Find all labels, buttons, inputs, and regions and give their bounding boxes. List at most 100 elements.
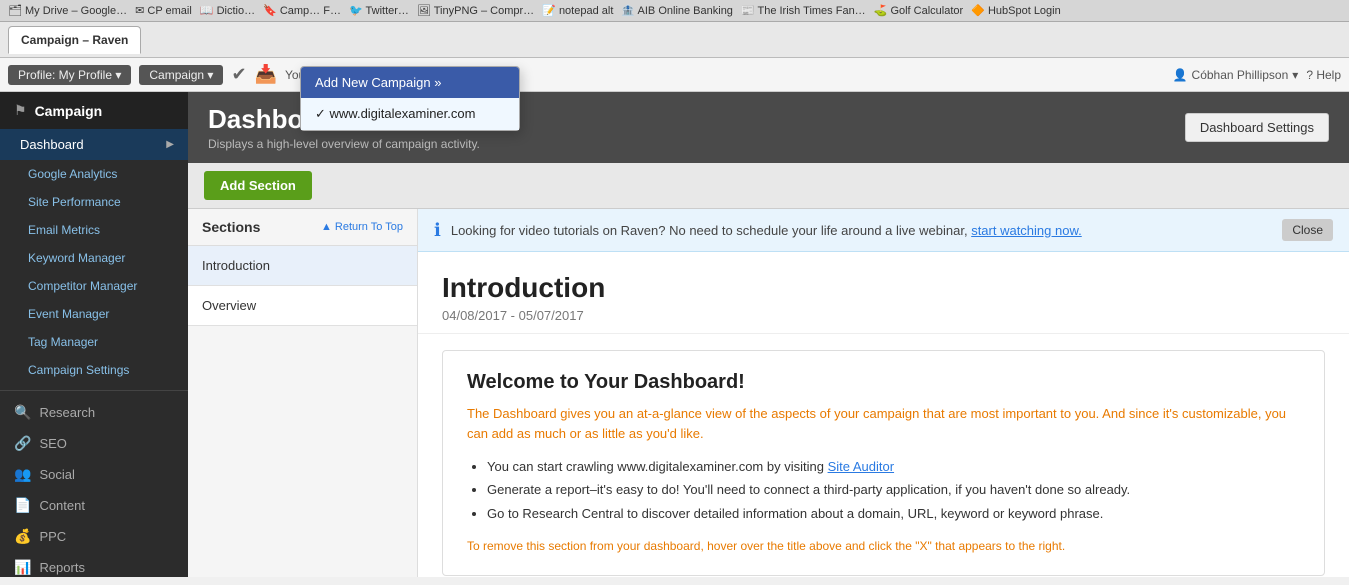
- sidebar-item-seo[interactable]: 🔗 SEO: [0, 428, 188, 459]
- ppc-icon: 💰: [14, 528, 31, 545]
- dashboard-settings-button[interactable]: Dashboard Settings: [1185, 113, 1329, 142]
- dashboard-subtitle: Displays a high-level overview of campai…: [208, 137, 480, 151]
- seo-icon: 🔗: [14, 435, 31, 452]
- sidebar-item-competitor-manager[interactable]: Competitor Manager: [0, 272, 188, 300]
- keyword-manager-label: Keyword Manager: [28, 251, 125, 265]
- section-item-introduction[interactable]: Introduction: [188, 246, 417, 286]
- campaign-settings-label: Campaign Settings: [28, 363, 129, 377]
- toolbar: Add Section: [188, 163, 1349, 209]
- welcome-desc: The Dashboard gives you an at-a-glance v…: [467, 404, 1300, 443]
- main-panel: ℹ Looking for video tutorials on Raven? …: [418, 209, 1349, 577]
- dashboard-arrow: ▶: [166, 139, 174, 150]
- bookmark-cp-email[interactable]: ✉ CP email: [135, 4, 192, 17]
- content-label: Content: [39, 498, 85, 513]
- intro-header: Introduction 04/08/2017 - 05/07/2017: [418, 252, 1349, 334]
- body-content: Sections ▲ Return To Top Introduction Ov…: [188, 209, 1349, 577]
- email-metrics-label: Email Metrics: [28, 223, 100, 237]
- ppc-label: PPC: [39, 529, 66, 544]
- sections-label: Sections: [202, 219, 260, 235]
- profile-label: Profile: My Profile: [18, 68, 112, 82]
- browser-tab-bar: Campaign – Raven: [0, 22, 1349, 58]
- site-auditor-link[interactable]: Site Auditor: [828, 459, 895, 474]
- research-icon: 🔍: [14, 404, 31, 421]
- sidebar-item-ppc[interactable]: 💰 PPC: [0, 521, 188, 552]
- help-button[interactable]: ? Help: [1306, 68, 1341, 82]
- bullet-3: Go to Research Central to discover detai…: [487, 502, 1300, 525]
- active-tab[interactable]: Campaign – Raven: [8, 26, 141, 54]
- sidebar-item-keyword-manager[interactable]: Keyword Manager: [0, 244, 188, 272]
- intro-content: Introduction 04/08/2017 - 05/07/2017 Wel…: [418, 252, 1349, 577]
- sidebar-item-research[interactable]: 🔍 Research: [0, 397, 188, 428]
- icon-inbox[interactable]: 📥: [255, 64, 277, 85]
- browser-bookmarks-bar: 🗂 My Drive – Google… ✉ CP email 📖 Dictio…: [0, 0, 1349, 22]
- site-performance-label: Site Performance: [28, 195, 121, 209]
- info-icon: ℹ: [434, 220, 441, 241]
- user-name: Cóbhan Phillipson: [1192, 68, 1289, 82]
- bookmark-tinypng[interactable]: 🖼 TinyPNG – Compr…: [417, 4, 534, 17]
- intro-title: Introduction: [442, 272, 1325, 304]
- info-banner-close-button[interactable]: Close: [1282, 219, 1333, 241]
- dashboard-label: Dashboard: [20, 137, 84, 152]
- sidebar-item-email-metrics[interactable]: Email Metrics: [0, 216, 188, 244]
- bookmark-twitter[interactable]: 🐦 Twitter…: [349, 4, 409, 17]
- sidebar-item-campaign-settings[interactable]: Campaign Settings: [0, 356, 188, 384]
- section-overview-label: Overview: [202, 298, 256, 313]
- competitor-manager-label: Competitor Manager: [28, 279, 137, 293]
- bookmark-golf[interactable]: ⛳ Golf Calculator: [874, 4, 964, 17]
- content-icon: 📄: [14, 497, 31, 514]
- sidebar-item-tag-manager[interactable]: Tag Manager: [0, 328, 188, 356]
- campaign-selector[interactable]: Campaign ▾: [139, 65, 223, 85]
- main-layout: ⚑ Campaign Dashboard ▶ Google Analytics …: [0, 92, 1349, 577]
- sidebar-item-google-analytics[interactable]: Google Analytics: [0, 160, 188, 188]
- research-label: Research: [39, 405, 95, 420]
- social-icon: 👥: [14, 466, 31, 483]
- info-banner-text: Looking for video tutorials on Raven? No…: [451, 223, 1082, 238]
- bookmark-notepad[interactable]: 📝 notepad alt: [542, 4, 613, 17]
- reports-icon: 📊: [14, 559, 31, 576]
- date-range: 04/08/2017 - 05/07/2017: [442, 308, 1325, 323]
- bullet-1: You can start crawling www.digitalexamin…: [487, 455, 1300, 478]
- sidebar-campaign-header: ⚑ Campaign: [0, 92, 188, 129]
- content-area: Dashboard Displays a high-level overview…: [188, 92, 1349, 577]
- google-analytics-label: Google Analytics: [28, 167, 117, 181]
- sidebar-item-event-manager[interactable]: Event Manager: [0, 300, 188, 328]
- sidebar-campaign-label: Campaign: [35, 103, 103, 119]
- sidebar-item-social[interactable]: 👥 Social: [0, 459, 188, 490]
- sections-header: Sections ▲ Return To Top: [188, 209, 417, 246]
- sidebar-item-site-performance[interactable]: Site Performance: [0, 188, 188, 216]
- remove-note: To remove this section from your dashboa…: [467, 537, 1300, 555]
- event-manager-label: Event Manager: [28, 307, 109, 321]
- add-new-campaign-option[interactable]: Add New Campaign »: [301, 67, 519, 98]
- address-bar: Profile: My Profile ▾ Campaign ▾ ✔ 📥 You…: [0, 58, 1349, 92]
- campaign-selector-label: Campaign: [149, 68, 204, 82]
- sidebar-item-dashboard[interactable]: Dashboard ▶: [0, 129, 188, 160]
- user-display[interactable]: 👤 Cóbhan Phillipson ▾: [1173, 68, 1299, 82]
- icon-checkmark[interactable]: ✔: [231, 64, 246, 85]
- welcome-box: Welcome to Your Dashboard! The Dashboard…: [442, 350, 1325, 576]
- bookmark-aib[interactable]: 🏦 AIB Online Banking: [621, 4, 733, 17]
- bookmark-camp[interactable]: 🔖 Camp… F…: [263, 4, 341, 17]
- sidebar-item-content[interactable]: 📄 Content: [0, 490, 188, 521]
- start-watching-link[interactable]: start watching now.: [971, 223, 1082, 238]
- bookmark-my-drive[interactable]: 🗂 My Drive – Google…: [8, 4, 127, 17]
- sections-panel: Sections ▲ Return To Top Introduction Ov…: [188, 209, 418, 577]
- profile-selector[interactable]: Profile: My Profile ▾: [8, 65, 131, 85]
- return-to-top-link[interactable]: ▲ Return To Top: [321, 221, 403, 233]
- bookmark-hubspot[interactable]: 🔶 HubSpot Login: [971, 4, 1061, 17]
- section-introduction-label: Introduction: [202, 258, 270, 273]
- add-section-button[interactable]: Add Section: [204, 171, 312, 200]
- campaign-icon: ⚑: [14, 102, 27, 119]
- social-label: Social: [39, 467, 74, 482]
- welcome-bullets: You can start crawling www.digitalexamin…: [487, 455, 1300, 525]
- seo-label: SEO: [39, 436, 66, 451]
- section-item-overview[interactable]: Overview: [188, 286, 417, 326]
- welcome-title: Welcome to Your Dashboard!: [467, 371, 1300, 394]
- sidebar-item-reports[interactable]: 📊 Reports: [0, 552, 188, 577]
- reports-label: Reports: [39, 560, 85, 575]
- tag-manager-label: Tag Manager: [28, 335, 98, 349]
- bullet-2: Generate a report–it's easy to do! You'l…: [487, 478, 1300, 501]
- info-banner: ℹ Looking for video tutorials on Raven? …: [418, 209, 1349, 252]
- current-campaign-option[interactable]: ✓ www.digitalexaminer.com: [301, 98, 519, 130]
- bookmark-irishtime[interactable]: 📰 The Irish Times Fan…: [741, 4, 866, 17]
- bookmark-dictio[interactable]: 📖 Dictio…: [200, 4, 255, 17]
